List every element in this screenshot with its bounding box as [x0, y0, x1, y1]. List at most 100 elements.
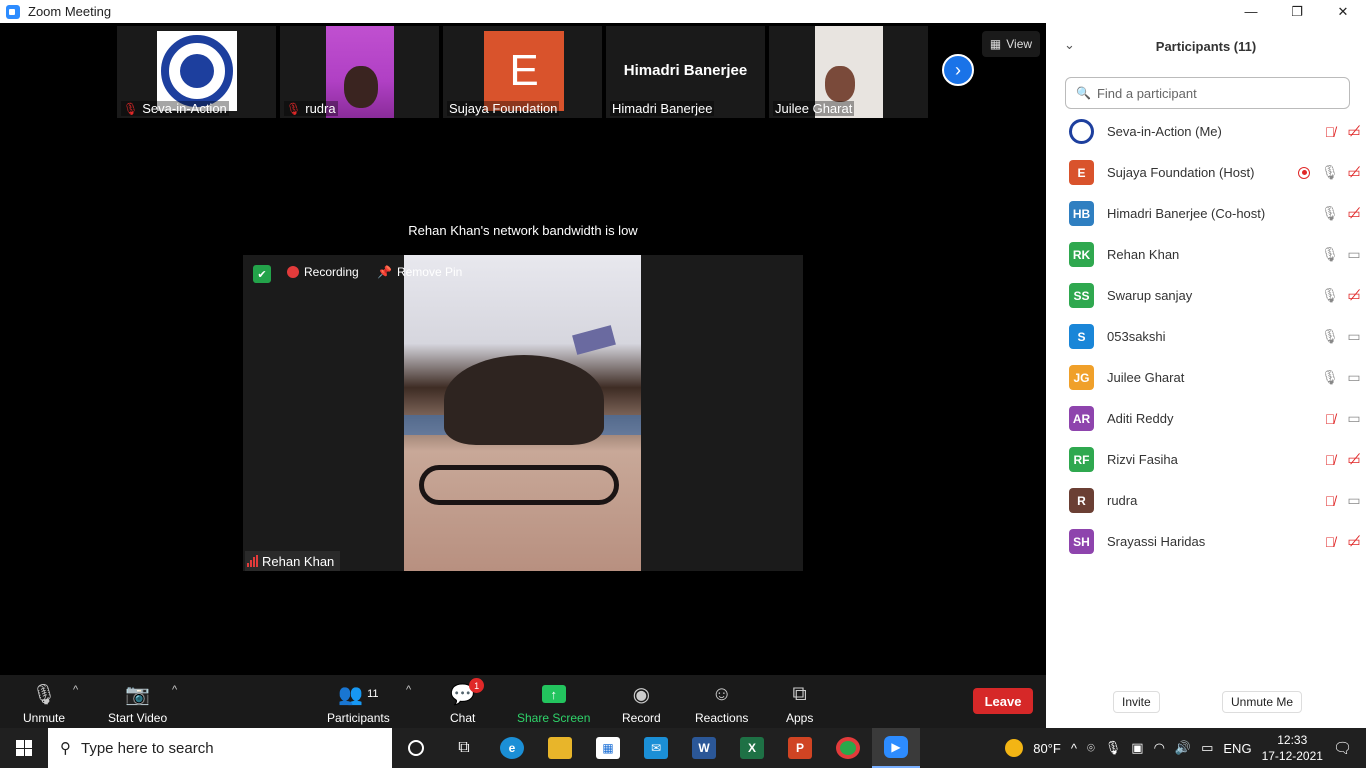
cortana-button[interactable] — [392, 728, 440, 768]
participant-name: Aditi Reddy — [1107, 411, 1174, 426]
video-off-icon: ▭̸ — [1347, 205, 1361, 221]
recording-icon — [1298, 166, 1310, 179]
participant-tile[interactable]: 🎙 rudra — [280, 26, 439, 118]
participant-tile[interactable]: E Sujaya Foundation — [443, 26, 602, 118]
minimize-button[interactable]: — — [1228, 0, 1274, 23]
participant-avatar — [1069, 119, 1094, 144]
participants-panel: ⌄ Participants (11) 🔍 Seva-in-Action (Me… — [1046, 23, 1366, 728]
system-tray: 80°F ^ ⌾ 🎙 ▣ ◠ 🔊 ▭ ENG 12:33 17-12-2021 … — [1005, 728, 1366, 768]
participant-tile[interactable]: 🎙 Seva-in-Action — [117, 26, 276, 118]
windows-logo-icon — [16, 740, 32, 756]
chrome-app[interactable] — [824, 728, 872, 768]
participant-avatar: RK — [1069, 242, 1094, 267]
edge-app[interactable]: e — [488, 728, 536, 768]
security-shield-icon[interactable]: ✔ — [253, 265, 271, 283]
pinned-video[interactable]: ✔ Recording 📌 Remove Pin Rehan Khan — [243, 255, 803, 571]
view-label: View — [1006, 37, 1033, 51]
camera-tray-icon[interactable]: ⌾ — [1087, 740, 1095, 756]
word-app[interactable]: W — [680, 728, 728, 768]
zoom-app[interactable]: ▶ — [872, 728, 920, 768]
weather-sun-icon[interactable] — [1005, 739, 1024, 757]
audio-options-caret-icon[interactable]: ^ — [73, 684, 78, 696]
store-app[interactable]: ▦ — [584, 728, 632, 768]
close-button[interactable]: ✕ — [1320, 0, 1366, 23]
participant-search[interactable]: 🔍 — [1065, 77, 1350, 109]
chat-icon: 💬 1 — [450, 678, 485, 707]
tile-name: Sujaya Foundation — [449, 101, 558, 116]
participant-tile[interactable]: Himadri Banerjee Himadri Banerjee — [606, 26, 765, 118]
leave-button[interactable]: Leave — [973, 688, 1033, 714]
avatar: E — [484, 31, 564, 111]
participant-row[interactable]: RF Rizvi Fasiha 🎙̸ ▭̸ — [1046, 439, 1366, 480]
taskbar-search[interactable]: ⚲ Type here to search — [48, 728, 392, 768]
security-tray-icon[interactable]: ▣ — [1131, 740, 1143, 756]
powerpoint-app[interactable]: P — [776, 728, 824, 768]
participant-avatar: SS — [1069, 283, 1094, 308]
unmute-button[interactable]: 🎙 Unmute — [23, 681, 65, 726]
video-icon: ▭ — [1347, 328, 1361, 344]
participant-row[interactable]: RK Rehan Khan 🎙 ▭ — [1046, 234, 1366, 275]
task-view-icon: ⧉ — [458, 739, 470, 756]
participant-avatar: R — [1069, 488, 1094, 513]
participant-avatar: JG — [1069, 365, 1094, 390]
unmute-me-button[interactable]: Unmute Me — [1222, 691, 1303, 713]
clock[interactable]: 12:33 17-12-2021 — [1262, 732, 1323, 764]
file-explorer-app[interactable] — [536, 728, 584, 768]
participant-row[interactable]: Seva-in-Action (Me) 🎙̸ ▭̸ — [1046, 111, 1366, 152]
record-label: Record — [622, 711, 661, 725]
video-options-caret-icon[interactable]: ^ — [172, 684, 177, 696]
participant-avatar: RF — [1069, 447, 1094, 472]
share-screen-icon: ↑ — [541, 685, 566, 703]
participant-row[interactable]: Rrudra 🎙̸ ▭ — [1046, 480, 1366, 521]
task-view-button[interactable]: ⧉ — [440, 728, 488, 768]
share-screen-label: Share Screen — [517, 711, 591, 725]
participant-row[interactable]: AR Aditi Reddy 🎙̸ ▭ — [1046, 398, 1366, 439]
participant-name: Rehan Khan — [1107, 247, 1180, 262]
weather-temp[interactable]: 80°F — [1033, 741, 1061, 756]
mic-icon: 🎙 — [1321, 287, 1339, 303]
participant-row[interactable]: SH Srayassi Haridas 🎙̸ ▭̸ — [1046, 521, 1366, 562]
record-button[interactable]: ◉ Record — [622, 681, 661, 726]
signal-bars-icon — [247, 555, 258, 567]
participant-row[interactable]: S 053sakshi 🎙 ▭ — [1046, 316, 1366, 357]
chat-button[interactable]: 💬 1 Chat — [450, 678, 485, 725]
search-input[interactable] — [1096, 85, 1337, 101]
start-button[interactable] — [0, 728, 48, 768]
participant-name: Sujaya Foundation (Host) — [1107, 165, 1255, 180]
maximize-button[interactable]: ❐ — [1274, 0, 1320, 23]
apps-button[interactable]: ⧉ Apps — [786, 681, 813, 726]
participant-avatar: S — [1069, 324, 1094, 349]
view-button[interactable]: ▦ View — [982, 31, 1040, 57]
chat-label: Chat — [450, 711, 476, 725]
mail-app[interactable]: ✉ — [632, 728, 680, 768]
next-page-arrow-icon[interactable]: › — [942, 54, 974, 86]
share-screen-button[interactable]: ↑ Share Screen — [517, 681, 590, 725]
mic-tray-icon[interactable]: 🎙 — [1105, 740, 1122, 756]
notifications-icon[interactable]: 🗨 — [1333, 739, 1352, 757]
mail-icon: ✉ — [644, 737, 668, 759]
excel-app[interactable]: X — [728, 728, 776, 768]
participant-row[interactable]: SS Swarup sanjay 🎙 ▭̸ — [1046, 275, 1366, 316]
volume-icon[interactable]: 🔊 — [1175, 740, 1191, 756]
mic-muted-icon: 🎙 — [123, 101, 139, 116]
invite-button[interactable]: Invite — [1113, 691, 1160, 713]
participant-row[interactable]: HB Himadri Banerjee (Co-host) 🎙 ▭̸ — [1046, 193, 1366, 234]
show-hidden-icons-icon[interactable]: ^ — [1071, 741, 1077, 756]
participant-row[interactable]: JG Juilee Gharat 🎙 ▭ — [1046, 357, 1366, 398]
participant-name: Seva-in-Action (Me) — [1107, 124, 1222, 139]
start-video-label: Start Video — [108, 711, 168, 725]
participant-row[interactable]: E Sujaya Foundation (Host) 🎙 ▭̸ — [1046, 152, 1366, 193]
participants-button[interactable]: 👥 11 Participants — [327, 681, 390, 726]
participant-tile[interactable]: Juilee Gharat — [769, 26, 928, 118]
battery-icon[interactable]: ▭ — [1201, 740, 1213, 756]
folder-icon — [548, 737, 572, 759]
recording-indicator[interactable]: Recording — [287, 265, 359, 279]
wifi-icon[interactable]: ◠ — [1154, 740, 1165, 756]
participants-caret-icon[interactable]: ^ — [406, 684, 411, 696]
start-video-button[interactable]: 📷 Start Video — [108, 681, 168, 726]
language-indicator[interactable]: ENG — [1223, 741, 1251, 756]
participant-name: Rizvi Fasiha — [1107, 452, 1178, 467]
remove-pin-button[interactable]: 📌 Remove Pin — [377, 265, 462, 279]
participant-name: Himadri Banerjee (Co-host) — [1107, 206, 1266, 221]
reactions-button[interactable]: ☺ Reactions — [695, 681, 748, 726]
